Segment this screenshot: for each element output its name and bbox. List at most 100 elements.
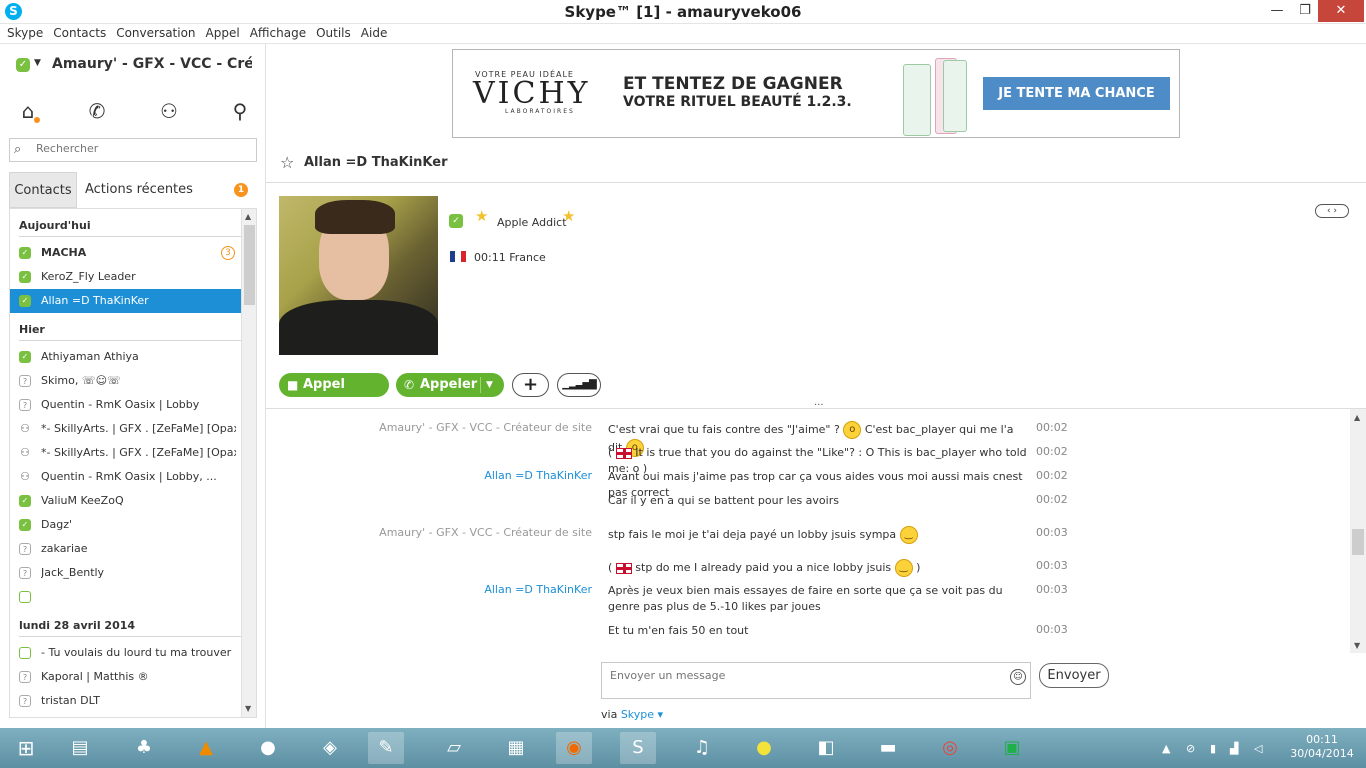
menu-contacts[interactable]: Contacts bbox=[48, 24, 111, 43]
app-icon[interactable]: ◈ bbox=[312, 732, 348, 764]
phone-icon[interactable]: ✆ bbox=[82, 96, 112, 126]
home-icon[interactable]: ⌂ bbox=[13, 96, 43, 126]
group-icon[interactable]: ⚇ bbox=[154, 96, 184, 126]
add-button[interactable]: + bbox=[512, 373, 549, 397]
menu-appel[interactable]: Appel bbox=[201, 24, 245, 43]
close-button[interactable]: ✕ bbox=[1318, 0, 1364, 22]
message-sender[interactable]: Allan =D ThaKinKer bbox=[484, 469, 592, 482]
app-icon[interactable]: ✎ bbox=[368, 732, 404, 764]
call-quality-icon[interactable]: ▁▂▃▅▇ bbox=[557, 373, 601, 397]
message-sender[interactable]: Allan =D ThaKinKer bbox=[484, 583, 592, 596]
divider bbox=[19, 340, 241, 341]
contact-item[interactable]: ⚇ *- SkillyArts. | GFX . [ZeFaMe] [Opax]… bbox=[10, 441, 241, 465]
store-icon[interactable]: ▣ bbox=[994, 732, 1030, 764]
menu-aide[interactable]: Aide bbox=[356, 24, 393, 43]
notepad-icon[interactable]: ▱ bbox=[436, 732, 472, 764]
contact-item[interactable]: ✓ Dagz' bbox=[10, 513, 241, 537]
app-icon[interactable]: ♣ bbox=[126, 732, 162, 764]
app-icon[interactable]: ▬ bbox=[870, 732, 906, 764]
minimize-button[interactable]: — bbox=[1262, 0, 1292, 22]
contact-item[interactable]: - Tu voulais du lourd tu ma trouver !!..… bbox=[10, 641, 241, 665]
app-icon[interactable]: ● bbox=[250, 732, 286, 764]
unknown-status-icon: ? bbox=[19, 671, 31, 683]
chevron-down-icon[interactable]: ▼ bbox=[486, 373, 493, 397]
vlc-icon[interactable]: ▲ bbox=[188, 732, 224, 764]
menu-affichage[interactable]: Affichage bbox=[245, 24, 311, 43]
chevron-up-icon[interactable]: ▲ bbox=[1162, 742, 1170, 755]
message-time: 00:03 bbox=[1036, 583, 1068, 596]
skype-taskbar-icon[interactable]: S bbox=[620, 732, 656, 764]
scrollbar-thumb[interactable] bbox=[1352, 529, 1364, 555]
menu-conversation[interactable]: Conversation bbox=[111, 24, 200, 43]
app-icon[interactable]: ● bbox=[746, 732, 782, 764]
emoticon-picker-icon[interactable]: ☺ bbox=[1010, 669, 1026, 685]
via-skype-dropdown[interactable]: Skype ▾ bbox=[621, 708, 663, 721]
scroll-up-icon[interactable]: ▲ bbox=[1354, 413, 1360, 422]
profile-header[interactable]: ✓ ▼ Amaury' - GFX - VCC - Créat... bbox=[12, 56, 252, 76]
message-text: Et tu m'en fais 50 en tout bbox=[608, 624, 749, 637]
favorite-star-icon[interactable]: ☆ bbox=[280, 153, 294, 172]
notification-dot bbox=[34, 117, 40, 123]
tab-recent-actions[interactable]: Actions récentes bbox=[85, 172, 193, 208]
scrollbar-thumb[interactable] bbox=[244, 225, 255, 305]
product-image-icon bbox=[943, 60, 967, 132]
clock-date: 30/04/2014 bbox=[1290, 747, 1354, 760]
contact-item[interactable] bbox=[10, 585, 241, 609]
add-contact-icon[interactable]: ⚲ bbox=[225, 96, 255, 126]
chrome-icon[interactable]: ◎ bbox=[932, 732, 968, 764]
taskbar-clock[interactable]: 00:11 30/04/2014 bbox=[1282, 733, 1362, 761]
call-button[interactable]: ✆ Appeler ▼ bbox=[396, 373, 504, 397]
unknown-status-icon: ? bbox=[19, 543, 31, 555]
studio-icon[interactable]: ▦ bbox=[498, 732, 534, 764]
contact-list-scrollbar[interactable]: ▲ ▼ bbox=[241, 209, 256, 717]
chevron-down-icon[interactable]: ▼ bbox=[34, 58, 41, 68]
maximize-button[interactable]: ❐ bbox=[1290, 0, 1320, 22]
scroll-down-icon[interactable]: ▼ bbox=[1354, 641, 1360, 650]
search-box[interactable]: ⌕ bbox=[9, 138, 257, 162]
contact-item[interactable]: ⚇ Quentin - RmK Oasix | Lobby, ... bbox=[10, 465, 241, 489]
contact-item[interactable]: ? Jack_Bently bbox=[10, 561, 241, 585]
star-emoticon-icon: ★ bbox=[475, 207, 489, 225]
tab-contacts[interactable]: Contacts bbox=[9, 172, 77, 208]
profile-name[interactable]: Amaury' - GFX - VCC - Créat... bbox=[52, 56, 252, 72]
nav-arrows-button[interactable]: ‹ › bbox=[1315, 204, 1349, 218]
clock-time: 00:11 bbox=[1306, 733, 1338, 746]
firefox-icon[interactable]: ◉ bbox=[556, 732, 592, 764]
volume-muted-icon[interactable]: ◁ bbox=[1254, 742, 1262, 755]
network-disabled-icon[interactable]: ⊘ bbox=[1186, 742, 1195, 755]
search-input[interactable] bbox=[36, 142, 246, 155]
message-sender[interactable]: Amaury' - GFX - VCC - Créateur de site bbox=[379, 526, 592, 539]
scroll-down-icon[interactable]: ▼ bbox=[245, 704, 251, 713]
windows-start-icon[interactable]: ⊞ bbox=[8, 732, 44, 764]
chat-scrollbar[interactable]: ▲ ▼ bbox=[1350, 409, 1366, 653]
menu-skype[interactable]: Skype bbox=[0, 24, 48, 43]
surprised-emoticon-icon: o bbox=[843, 421, 862, 439]
itunes-icon[interactable]: ♫ bbox=[684, 732, 720, 764]
contact-item[interactable]: ✓ Athiyaman Athiya bbox=[10, 345, 241, 369]
app-icon[interactable]: ◧ bbox=[808, 732, 844, 764]
contact-item[interactable]: ✓ KeroZ_Fly Leader bbox=[10, 265, 241, 289]
menu-outils[interactable]: Outils bbox=[311, 24, 356, 43]
online-status-icon[interactable]: ✓ bbox=[16, 58, 30, 72]
contact-item[interactable]: ? Kaporal | Matthis ® bbox=[10, 665, 241, 689]
message-sender[interactable]: Amaury' - GFX - VCC - Créateur de site bbox=[379, 421, 592, 434]
battery-icon[interactable]: ▮ bbox=[1210, 742, 1216, 755]
contact-item[interactable]: ⚇ *- SkillyArts. | GFX . [ZeFaMe] [Opax]… bbox=[10, 417, 241, 441]
message-input[interactable] bbox=[610, 669, 1000, 682]
contact-item[interactable]: ? Skimo, ☏☺☏ bbox=[10, 369, 241, 393]
scroll-up-icon[interactable]: ▲ bbox=[245, 212, 251, 221]
contact-item[interactable]: ✓ ValiuM KeeZoQ bbox=[10, 489, 241, 513]
recent-badge: 1 bbox=[234, 183, 248, 197]
send-button[interactable]: Envoyer bbox=[1039, 663, 1109, 688]
contact-item-selected[interactable]: ✓ Allan =D ThaKinKer bbox=[10, 289, 241, 313]
message-compose-box[interactable]: ☺ bbox=[601, 662, 1031, 699]
signal-icon[interactable]: ▟ bbox=[1230, 742, 1238, 755]
contact-item[interactable]: ✓ MACHA 3 bbox=[10, 241, 241, 265]
contact-item[interactable]: ? Quentin - RmK Oasix | Lobby bbox=[10, 393, 241, 417]
contact-item[interactable]: ? tristan DLT bbox=[10, 689, 241, 713]
file-explorer-icon[interactable]: ▤ bbox=[62, 732, 98, 764]
contact-item[interactable]: ? zakariae bbox=[10, 537, 241, 561]
video-call-button[interactable]: ■ Appel vidéo bbox=[279, 373, 389, 416]
ad-banner[interactable]: VOTRE PEAU IDÉALE VICHY LABORATOIRES ET … bbox=[452, 49, 1180, 138]
ad-cta-button[interactable]: JE TENTE MA CHANCE bbox=[983, 77, 1170, 110]
